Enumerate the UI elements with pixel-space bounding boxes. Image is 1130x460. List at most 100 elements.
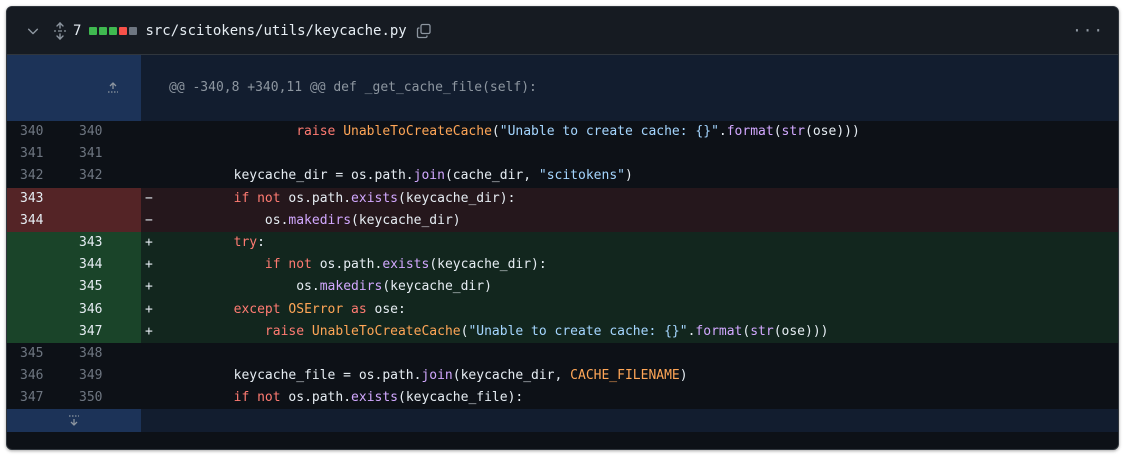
code-token: (keycache_file): xyxy=(398,390,524,406)
new-line-number[interactable]: 349 xyxy=(74,365,141,387)
old-line-number[interactable]: 346 xyxy=(7,365,74,387)
code-token: (keycache_dir): xyxy=(398,190,516,206)
code-token: os.path. xyxy=(288,190,352,206)
new-line-number[interactable]: 340 xyxy=(74,121,141,143)
diffstat-square xyxy=(109,26,118,35)
code-token: os. xyxy=(171,279,320,295)
new-line-number[interactable] xyxy=(74,187,141,210)
diff-marker xyxy=(141,165,171,187)
hunk-header: @@ -340,8 +340,11 @@ def _get_cache_file… xyxy=(141,55,1118,121)
code-token: (keycache_dir, xyxy=(452,368,571,384)
old-line-number[interactable] xyxy=(7,298,74,321)
new-line-number[interactable]: 344 xyxy=(74,254,141,277)
old-line-number[interactable]: 347 xyxy=(7,387,74,409)
diff-marker xyxy=(141,387,171,409)
new-line-number[interactable]: 346 xyxy=(74,298,141,321)
code-line: if not os.path.exists(keycache_dir): xyxy=(171,254,1118,277)
code-token: : xyxy=(257,235,265,251)
diff-marker xyxy=(141,343,171,365)
code-token: format xyxy=(695,323,743,339)
expand-down-icon xyxy=(69,415,79,426)
diff-marker: + xyxy=(141,231,171,255)
code-token: (keycache_dir): xyxy=(429,257,547,273)
context-line: 345 348 xyxy=(7,343,1118,365)
code-token: exists xyxy=(351,190,399,206)
new-line-number[interactable]: 347 xyxy=(74,320,141,343)
code-token: (keycache_dir) xyxy=(351,212,461,228)
old-line-number[interactable]: 340 xyxy=(7,121,74,143)
context-line: 340 340 raise UnableToCreateCache("Unable… xyxy=(7,121,1118,143)
diff-marker: + xyxy=(141,254,171,277)
code-token: ) xyxy=(624,168,633,184)
diff-table: @@ -340,8 +340,11 @@ def _get_cache_file… xyxy=(7,55,1118,432)
code-line: raise UnableToCreateCache("Unable to cre… xyxy=(171,320,1118,343)
code-token: except xyxy=(233,301,289,317)
code-line: try: xyxy=(171,231,1118,255)
new-line-number[interactable] xyxy=(74,209,141,232)
file-path-link[interactable]: src/scitokens/utils/keycache.py xyxy=(145,23,406,39)
addition-line: 343 + try: xyxy=(7,231,1118,255)
code-token: ose: xyxy=(374,301,406,317)
new-line-number[interactable]: 342 xyxy=(74,165,141,187)
old-line-number[interactable]: 341 xyxy=(7,143,74,165)
code-token: os.path. xyxy=(288,390,352,406)
old-line-number[interactable] xyxy=(7,320,74,343)
diffstat-square xyxy=(129,26,138,35)
diff-file-card: 7 src/scitokens/utils/keycache.py ··· @@… xyxy=(6,6,1119,450)
chevron-down-icon[interactable] xyxy=(21,19,45,43)
old-line-number[interactable]: 343 xyxy=(7,187,74,210)
context-line: 347 350 if not os.path.exists(keycache_fi… xyxy=(7,387,1118,409)
diff-marker: − xyxy=(141,187,171,210)
expand-up-button[interactable] xyxy=(7,55,141,121)
code-token: format xyxy=(726,124,774,140)
code-line: if not os.path.exists(keycache_file): xyxy=(171,387,1118,409)
code-token: os. xyxy=(171,212,289,228)
code-token: (ose))) xyxy=(805,124,860,140)
code-token: (cache_dir, xyxy=(444,168,539,184)
code-token: "Unable to create cache: {}" xyxy=(499,124,719,140)
unfold-icon[interactable] xyxy=(51,19,69,43)
diffstat-bar xyxy=(89,26,138,35)
deletion-line: 344 − os.makedirs(keycache_dir) xyxy=(7,209,1118,232)
code-token: keycache_dir = os.path. xyxy=(171,168,414,184)
addition-line: 344 + if not os.path.exists(keycache_dir)… xyxy=(7,254,1118,277)
code-token: os.path. xyxy=(319,257,383,273)
context-line: 346 349 keycache_file = os.path.join(keyc… xyxy=(7,365,1118,387)
code-token: if not xyxy=(233,390,289,406)
new-line-number[interactable]: 341 xyxy=(74,143,141,165)
code-line: raise UnableToCreateCache("Unable to cre… xyxy=(171,121,1118,143)
context-line: 341 341 xyxy=(7,143,1118,165)
code-line: os.makedirs(keycache_dir) xyxy=(171,209,1118,232)
deletion-line: 343 − if not os.path.exists(keycache_dir)… xyxy=(7,187,1118,210)
new-line-number[interactable]: 348 xyxy=(74,343,141,365)
addition-line: 346 + except OSError as ose: xyxy=(7,298,1118,321)
old-line-number[interactable] xyxy=(7,231,74,255)
diffstat-square xyxy=(119,26,128,35)
old-line-number[interactable] xyxy=(7,276,74,299)
old-line-number[interactable] xyxy=(7,254,74,277)
old-line-number[interactable]: 342 xyxy=(7,165,74,187)
code-token: UnableToCreateCache xyxy=(343,124,492,140)
expand-up-icon xyxy=(108,81,119,93)
code-token: (ose))) xyxy=(773,323,829,339)
new-line-number[interactable]: 345 xyxy=(74,276,141,299)
code-token: keycache_file = os.path. xyxy=(171,368,422,384)
code-token: str xyxy=(781,124,806,140)
old-line-number[interactable]: 344 xyxy=(7,209,74,232)
kebab-horizontal-icon[interactable]: ··· xyxy=(1072,21,1104,40)
change-count: 7 xyxy=(73,22,82,39)
code-line: keycache_dir = os.path.join(cache_dir, "… xyxy=(171,165,1118,187)
old-line-number[interactable]: 345 xyxy=(7,343,74,365)
copy-icon[interactable] xyxy=(413,20,435,42)
code-token: ( xyxy=(773,124,782,140)
expand-down-button[interactable] xyxy=(7,409,141,432)
new-line-number[interactable]: 343 xyxy=(74,231,141,255)
code-token: if not xyxy=(264,257,320,273)
new-line-number[interactable]: 350 xyxy=(74,387,141,409)
expand-footer-fill xyxy=(141,409,1118,432)
addition-line: 345 + os.makedirs(keycache_dir) xyxy=(7,276,1118,299)
